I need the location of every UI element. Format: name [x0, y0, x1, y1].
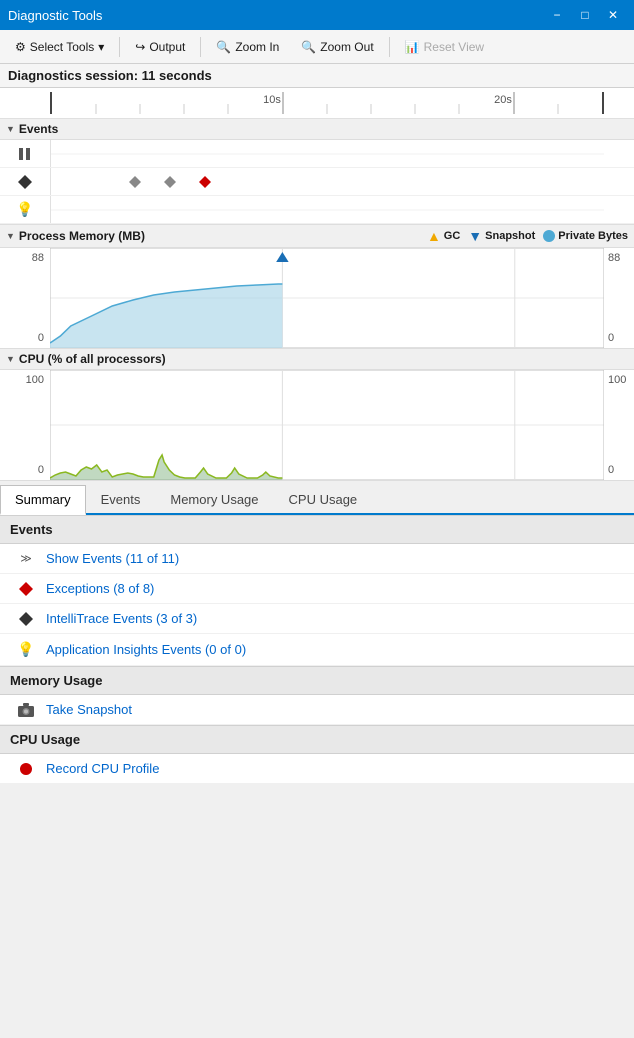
title-bar-title: Diagnostic Tools [8, 8, 102, 23]
toolbar-separator-2 [200, 37, 201, 57]
cpu-chart-main [50, 370, 604, 480]
exceptions-item[interactable]: Exceptions (8 of 8) [0, 574, 634, 604]
summary-cpu-header: CPU Usage [0, 725, 634, 754]
zoom-out-button[interactable]: 🔍 Zoom Out [292, 36, 382, 58]
show-events-item[interactable]: ≫ Show Events (11 of 11) [0, 544, 634, 574]
events-section-title: Events [19, 122, 58, 136]
cpu-chart-container: 100 0 100 0 [0, 370, 634, 480]
title-bar-controls: − □ ✕ [544, 5, 626, 25]
events-collapse-icon: ▼ [6, 124, 15, 134]
tab-cpu-usage[interactable]: CPU Usage [274, 485, 373, 515]
event-row-diamonds [0, 168, 634, 196]
summary-events-header: Events [0, 515, 634, 544]
lightbulb-icon: 💡 [0, 201, 50, 218]
legend-gc: ▲ GC [427, 228, 460, 244]
charts-area: ▼ Events [0, 119, 634, 481]
record-icon [16, 762, 36, 776]
output-icon: ↪ [135, 40, 145, 54]
svg-text:20s: 20s [494, 94, 512, 106]
snapshot-triangle-icon: ▼ [468, 228, 482, 244]
title-bar: Diagnostic Tools − □ ✕ [0, 0, 634, 30]
memory-section-title: Process Memory (MB) [19, 229, 145, 243]
diamond-icon [0, 175, 50, 189]
memory-chart-container: 88 0 88 0 [0, 248, 634, 348]
app-insights-item[interactable]: 💡 Application Insights Events (0 of 0) [0, 634, 634, 666]
tab-events[interactable]: Events [86, 485, 156, 515]
cpu-collapse-icon: ▼ [6, 354, 15, 364]
private-bytes-dot-icon [543, 230, 555, 242]
app-insights-lightbulb-icon: 💡 [16, 641, 36, 658]
event-row-pause [0, 140, 634, 168]
memory-y-axis-left: 88 0 [0, 248, 50, 348]
restore-button[interactable]: □ [572, 5, 598, 25]
bottom-panel: Summary Events Memory Usage CPU Usage Ev… [0, 481, 634, 784]
toolbar-separator [119, 37, 120, 57]
tab-summary[interactable]: Summary [0, 485, 86, 515]
intellitrace-label: IntelliTrace Events (3 of 3) [46, 611, 197, 626]
select-tools-button[interactable]: ⚙ Select Tools ▾ [6, 36, 113, 58]
gear-icon: ⚙ [15, 40, 26, 54]
pause-row-content [50, 140, 604, 167]
close-button[interactable]: ✕ [600, 5, 626, 25]
take-snapshot-item[interactable]: Take Snapshot [0, 695, 634, 725]
memory-chart-section: ▼ Process Memory (MB) ▲ GC ▼ Snapshot Pr… [0, 225, 634, 349]
cpu-section-header[interactable]: ▼ CPU (% of all processors) [0, 349, 634, 370]
output-button[interactable]: ↪ Output [126, 36, 194, 58]
cpu-y-axis-left: 100 0 [0, 370, 50, 480]
session-info: Diagnostics session: 11 seconds [0, 64, 634, 88]
zoom-in-icon: 🔍 [216, 40, 231, 54]
summary-panel: Events ≫ Show Events (11 of 11) Exceptio… [0, 515, 634, 784]
intellitrace-diamond-icon [16, 612, 36, 626]
zoom-in-button[interactable]: 🔍 Zoom In [207, 36, 288, 58]
toolbar-separator-3 [389, 37, 390, 57]
legend-private-bytes: Private Bytes [543, 230, 628, 242]
intellitrace-item[interactable]: IntelliTrace Events (3 of 3) [0, 604, 634, 634]
reset-view-button[interactable]: 📊 Reset View [396, 36, 493, 58]
app-insights-label: Application Insights Events (0 of 0) [46, 642, 246, 657]
reset-icon: 📊 [405, 40, 420, 54]
show-events-icon: ≫ [16, 552, 36, 565]
tab-memory-usage[interactable]: Memory Usage [155, 485, 273, 515]
tabs-bar: Summary Events Memory Usage CPU Usage [0, 481, 634, 515]
cpu-y-axis-right: 100 0 [604, 370, 634, 480]
gc-triangle-icon: ▲ [427, 228, 441, 244]
pause-icon [0, 147, 50, 161]
timeline-area: 10s 20s [0, 88, 634, 119]
events-section-header[interactable]: ▼ Events [0, 119, 634, 140]
memory-section-header[interactable]: ▼ Process Memory (MB) ▲ GC ▼ Snapshot Pr… [0, 225, 634, 248]
exceptions-diamond-icon [16, 582, 36, 596]
show-events-label: Show Events (11 of 11) [46, 551, 179, 566]
cpu-chart-section: ▼ CPU (% of all processors) 100 0 [0, 349, 634, 481]
summary-memory-header: Memory Usage [0, 666, 634, 695]
legend-snapshot: ▼ Snapshot [468, 228, 535, 244]
exceptions-label: Exceptions (8 of 8) [46, 581, 154, 596]
memory-legend: ▲ GC ▼ Snapshot Private Bytes [427, 228, 628, 244]
diamond-row-content [50, 168, 604, 195]
zoom-out-icon: 🔍 [301, 40, 316, 54]
take-snapshot-label: Take Snapshot [46, 702, 132, 717]
memory-collapse-icon: ▼ [6, 231, 15, 241]
memory-y-axis-right: 88 0 [604, 248, 634, 348]
camera-icon [16, 703, 36, 717]
event-row-lightbulb: 💡 [0, 196, 634, 224]
events-chart: 💡 [0, 140, 634, 225]
cpu-section-title: CPU (% of all processors) [19, 352, 166, 366]
dropdown-arrow-icon: ▾ [98, 40, 104, 54]
svg-text:10s: 10s [263, 94, 281, 106]
memory-chart-main [50, 248, 604, 348]
record-cpu-item[interactable]: Record CPU Profile [0, 754, 634, 784]
toolbar: ⚙ Select Tools ▾ ↪ Output 🔍 Zoom In 🔍 Zo… [0, 30, 634, 64]
lightbulb-row-content [50, 196, 604, 223]
record-cpu-label: Record CPU Profile [46, 761, 159, 776]
minimize-button[interactable]: − [544, 5, 570, 25]
